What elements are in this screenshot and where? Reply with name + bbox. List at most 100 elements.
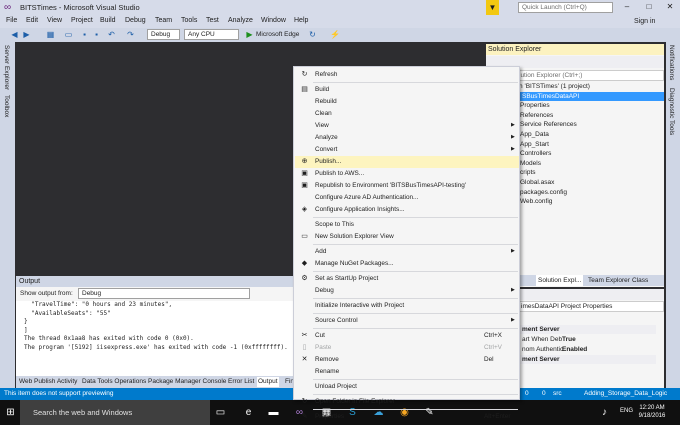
clock-date: 9/18/2016 [638,413,666,419]
language-indicator[interactable]: ENG [620,408,633,414]
tab-data-tools[interactable]: Data Tools Operations [82,377,146,387]
start-debugging-icon[interactable]: ▶ [245,30,254,39]
menu-item-label: Clean [315,110,332,117]
menu-item[interactable]: Convert ▶ [295,144,519,156]
output-source-select[interactable]: Debug [78,288,250,299]
menu-help[interactable]: Help [294,17,308,24]
menu-item[interactable]: Initialize Interactive with Project [295,300,519,312]
tab-class-view[interactable]: Class View [630,275,664,295]
wrench-icon: ✎ [301,413,308,420]
menu-test[interactable]: Test [206,17,219,24]
minimize-button[interactable]: – [621,2,633,11]
menu-item-label: Analyze [315,134,338,141]
output-line: "TravelTime": "0 hours and 23 minutes", [24,301,173,308]
status-repo[interactable]: src [553,390,562,397]
status-warnings[interactable]: 0 [542,390,546,397]
tab-team-explorer[interactable]: Team Explorer [586,275,632,286]
menu-item[interactable]: Add ▶ [295,246,519,258]
menu-view[interactable]: View [47,17,62,24]
menu-item[interactable]: View ▶ [295,120,519,132]
menu-analyze[interactable]: Analyze [228,17,253,24]
configuration-select[interactable]: Debug [147,29,180,40]
bottom-tabs: Web Publish Activity Data Tools Operatio… [16,376,302,388]
menu-item[interactable]: ⊕ Publish... [295,156,519,168]
menu-item[interactable]: Clean [295,108,519,120]
status-errors[interactable]: 0 [525,390,529,397]
platform-select[interactable]: Any CPU [184,29,239,40]
tree-item-label: App_Data [520,131,549,138]
menu-item-label: Publish to AWS... [315,170,365,177]
menu-item[interactable]: Scope to This [295,219,519,231]
tree-item-label: Controllers [520,150,552,158]
notifications-tab[interactable]: Notifications [668,45,675,80]
open-file-icon[interactable]: ▭ [64,30,73,39]
menu-item[interactable]: Configure Azure AD Authentication... [295,192,519,204]
tab-output[interactable]: Output [257,377,279,387]
menu-item[interactable]: ◆ Manage NuGet Packages... [295,258,519,270]
menu-project[interactable]: Project [71,17,93,24]
menu-item[interactable]: ✎ Properties Alt+Enter [295,411,519,423]
tree-item-label: Models [520,159,541,167]
menu-item[interactable]: ↻ Refresh [295,69,519,81]
file-explorer-icon[interactable]: ▬ [267,406,280,419]
context-menu: ↻ Refresh ▤ Build Rebuild Clean View ▶ Analyze ▶ C… [293,66,520,420]
menu-item-shortcut: Ctrl+X [484,332,502,339]
menu-team[interactable]: Team [155,17,172,24]
run-target-button[interactable]: Microsoft Edge [256,31,299,38]
diagnostic-tools-tab[interactable]: Diagnostic Tools [668,88,675,135]
taskbar-search[interactable]: Search the web and Windows [20,400,210,425]
menu-debug[interactable]: Debug [125,17,146,24]
menu-item[interactable]: ↻ Open Folder in File Explorer [295,396,519,408]
aws-republish-icon: ▣ [301,182,308,189]
menu-build[interactable]: Build [100,17,116,24]
tab-web-publish[interactable]: Web Publish Activity [19,377,77,387]
menu-item-label: Build [315,86,330,93]
menu-item[interactable]: ✕ Remove Del [295,354,519,366]
save-all-icon[interactable]: ▪ [92,30,101,39]
redo-icon[interactable]: ↷ [126,30,135,39]
toolbox-tab[interactable]: Toolbox [3,95,10,117]
windows-start-icon[interactable]: ⊞ [4,406,17,419]
sign-in-link[interactable]: Sign in [634,18,655,25]
save-icon[interactable]: ▪ [80,30,89,39]
maximize-button[interactable]: □ [643,2,655,11]
menu-item[interactable]: ▭ New Solution Explorer View [295,231,519,243]
menu-item[interactable]: ⚙ Set as StartUp Project [295,273,519,285]
menu-item[interactable]: Unload Project [295,381,519,393]
menu-item[interactable]: Analyze ▶ [295,132,519,144]
menu-item[interactable]: Rename [295,366,519,378]
edge-icon[interactable]: e [242,406,255,419]
output-title: Output [16,276,302,287]
browser-link-icon[interactable]: ⚡ [330,30,340,39]
clock[interactable]: 12:20 AM 9/18/2016 [636,404,668,420]
close-button[interactable]: ✕ [664,2,676,11]
notification-filter-icon[interactable]: ▼ [486,0,499,15]
forward-icon[interactable]: ▶ [22,30,31,39]
back-icon[interactable]: ◀ [10,30,19,39]
menu-item[interactable]: ◈ Configure Application Insights... [295,204,519,216]
menu-item[interactable]: Debug ▶ [295,285,519,297]
menu-item-label: Set as StartUp Project [315,275,379,282]
quick-launch-input[interactable]: Quick Launch (Ctrl+Q) [518,2,613,13]
menu-item-label: View [315,122,329,129]
tab-solution-explorer[interactable]: Solution Expl... [536,275,584,286]
menu-file[interactable]: File [6,17,17,24]
menu-edit[interactable]: Edit [26,17,38,24]
new-project-icon[interactable]: ▦ [46,30,55,39]
tab-error-list[interactable]: Error List [228,377,254,387]
undo-icon[interactable]: ↶ [107,30,116,39]
menu-item[interactable]: ▣ Republish to Environment 'BITSBusTimesA… [295,180,519,192]
menu-item[interactable]: Rebuild [295,96,519,108]
tab-package-manager[interactable]: Package Manager Console [148,377,226,387]
server-explorer-tab[interactable]: Server Explorer [3,45,10,90]
status-branch[interactable]: Adding_Storage_Data_Logic [584,390,667,397]
speaker-icon[interactable]: ♪ [598,406,611,419]
task-view-icon[interactable]: ▭ [214,406,227,419]
menu-item[interactable]: Source Control ▶ [295,315,519,327]
refresh-browser-icon[interactable]: ↻ [308,30,317,39]
menu-tools[interactable]: Tools [181,17,197,24]
menu-item[interactable]: ▣ Publish to AWS... [295,168,519,180]
menu-item[interactable]: ▤ Build [295,84,519,96]
menu-window[interactable]: Window [261,17,286,24]
menu-item[interactable]: ✂ Cut Ctrl+X [295,330,519,342]
